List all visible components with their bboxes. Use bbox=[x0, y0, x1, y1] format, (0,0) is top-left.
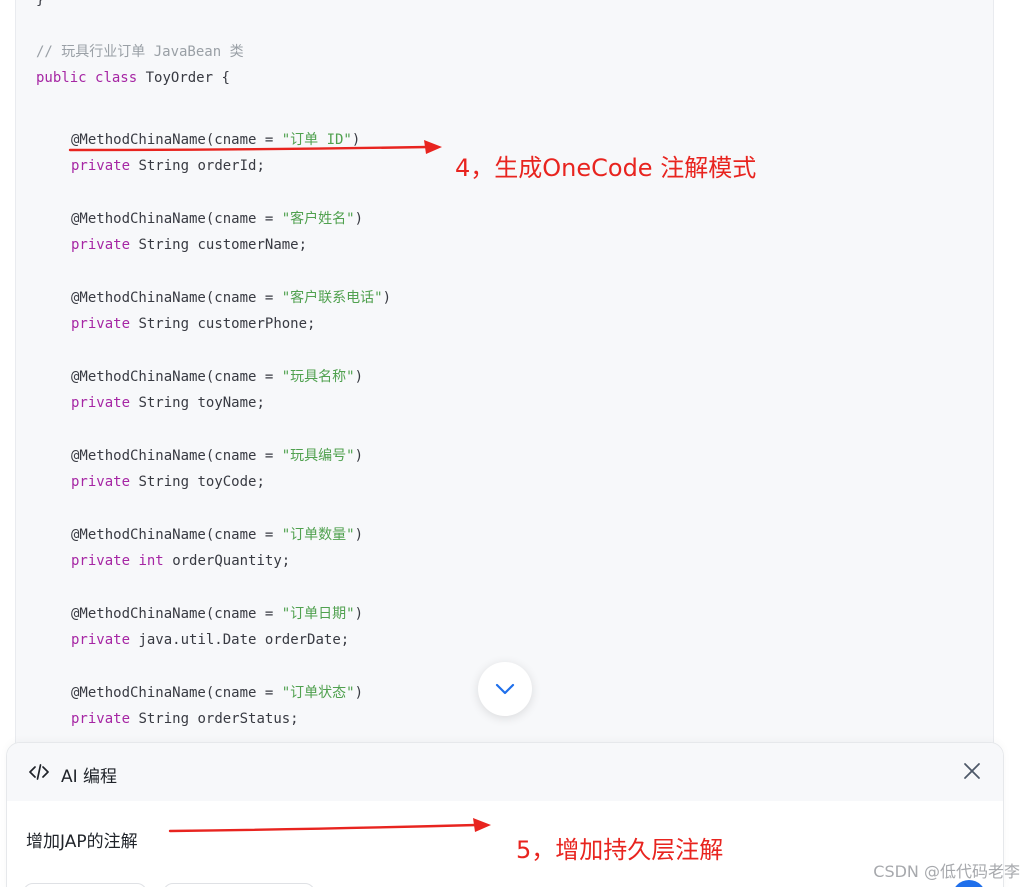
arrow-step4 bbox=[68, 140, 442, 154]
watermark: CSDN @低代码老李 bbox=[873, 862, 1020, 881]
annotation-arrows bbox=[68, 140, 491, 833]
arrow-step5 bbox=[168, 818, 491, 833]
page: } // 玩具行业订单 JavaBean 类 public class ToyO… bbox=[0, 0, 1024, 887]
